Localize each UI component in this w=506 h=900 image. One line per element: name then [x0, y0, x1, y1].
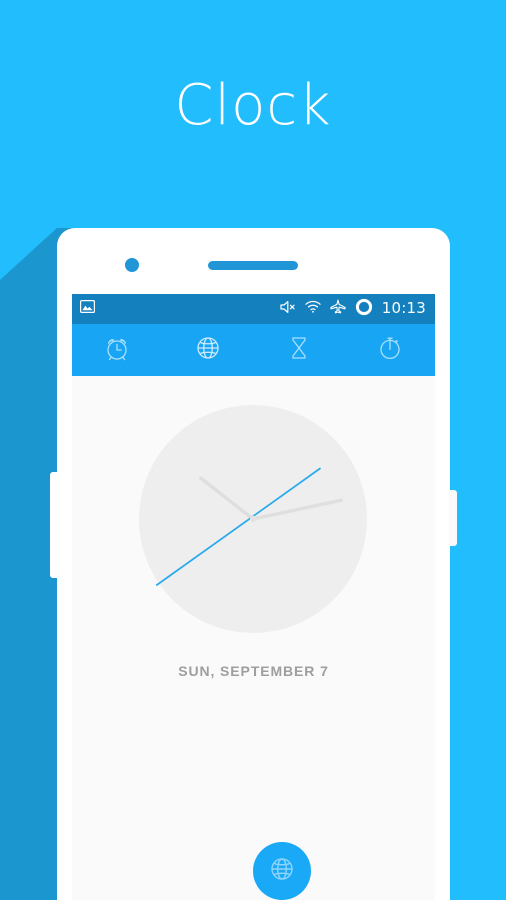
earpiece-speaker [208, 261, 298, 270]
status-bar: 10:13 [72, 294, 435, 324]
tab-bar [72, 324, 435, 376]
tab-alarm[interactable] [72, 324, 163, 376]
globe-icon [267, 854, 297, 889]
airplane-mode-icon [330, 299, 346, 319]
status-bar-clock: 10:13 [381, 299, 426, 317]
front-camera-icon [125, 258, 139, 272]
wifi-icon [305, 300, 321, 318]
globe-icon [193, 333, 223, 368]
phone-mockup: 10:13 SUN, SEPTEMBER 7 [50, 228, 457, 900]
stopwatch-icon [375, 333, 405, 368]
tab-stopwatch[interactable] [344, 324, 435, 376]
clock-center-pin [249, 515, 257, 523]
hourglass-icon [284, 333, 314, 368]
alarm-clock-icon [102, 333, 132, 368]
analog-clock-hands [155, 467, 344, 586]
tab-timer[interactable] [254, 324, 345, 376]
clock-second-hand [155, 467, 321, 586]
clock-content: SUN, SEPTEMBER 7 [72, 376, 435, 900]
clock-minute-hand [251, 498, 344, 521]
clock-date-label: SUN, SEPTEMBER 7 [178, 663, 329, 679]
add-world-clock-button[interactable] [253, 842, 311, 900]
phone-side-button-left[interactable] [50, 472, 58, 578]
battery-circle-icon [355, 298, 373, 321]
clock-hour-hand [199, 476, 255, 521]
image-icon [80, 300, 96, 318]
phone-screen: 10:13 SUN, SEPTEMBER 7 [72, 294, 435, 900]
page-title: Clock [174, 72, 332, 138]
phone-side-button-right[interactable] [449, 490, 457, 546]
volume-mute-icon [280, 300, 296, 319]
tab-world-clock[interactable] [163, 324, 254, 376]
